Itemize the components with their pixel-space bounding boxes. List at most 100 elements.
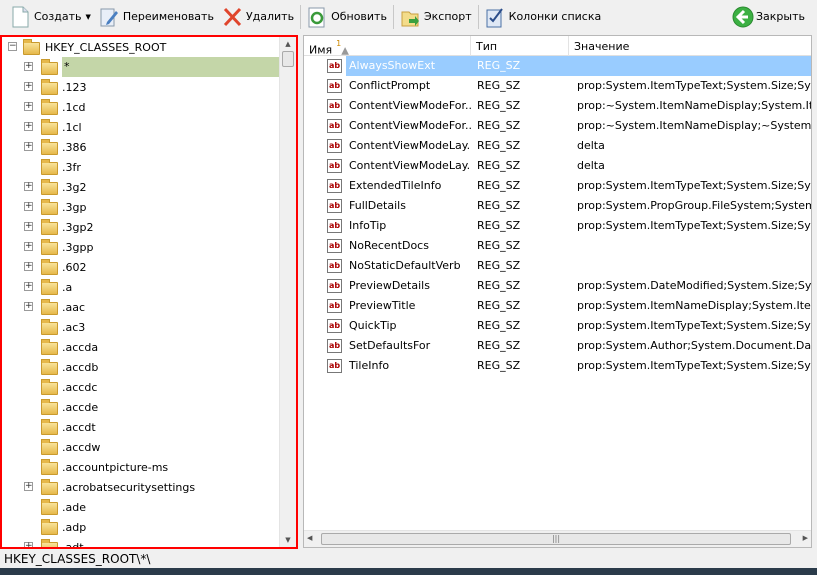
- value-type: REG_SZ: [471, 56, 569, 76]
- folder-icon: [41, 319, 58, 335]
- tree-item[interactable]: .3fr: [2, 157, 280, 177]
- tree-item-label: .123: [62, 80, 87, 94]
- scroll-thumb[interactable]: [282, 51, 294, 67]
- refresh-button[interactable]: Обновить: [303, 3, 391, 31]
- close-button[interactable]: Закрыть: [728, 3, 809, 31]
- tree-vertical-scrollbar[interactable]: ▲ ▼: [279, 37, 296, 547]
- folder-icon: [41, 479, 58, 495]
- tree-item[interactable]: + .3gp: [2, 197, 280, 217]
- expand-icon[interactable]: +: [24, 182, 33, 191]
- tree-item[interactable]: .accdb: [2, 357, 280, 377]
- tree-item[interactable]: + .aac: [2, 297, 280, 317]
- tree-item-label: .accdt: [62, 420, 96, 434]
- tree-item[interactable]: .accda: [2, 337, 280, 357]
- list-row[interactable]: ab QuickTip REG_SZ prop:System.ItemTypeT…: [304, 316, 811, 336]
- tree-item[interactable]: .accountpicture-ms: [2, 457, 280, 477]
- expand-icon[interactable]: +: [24, 242, 33, 251]
- tree-root-row[interactable]: − HKEY_CLASSES_ROOT: [2, 37, 280, 57]
- values-list[interactable]: Имя1▲ Тип Значение ab AlwaysShowExt REG_…: [303, 35, 812, 548]
- expand-icon[interactable]: +: [24, 82, 33, 91]
- delete-button[interactable]: Удалить: [218, 3, 298, 31]
- scroll-left-icon[interactable]: ◀: [307, 534, 312, 542]
- list-row[interactable]: ab ContentViewModeLay... REG_SZ delta: [304, 156, 811, 176]
- expand-icon[interactable]: +: [24, 122, 33, 131]
- tree-item[interactable]: + .123: [2, 77, 280, 97]
- rename-button[interactable]: Переименовать: [95, 3, 218, 31]
- tree-item[interactable]: + .602: [2, 257, 280, 277]
- string-value-icon: ab: [327, 159, 342, 173]
- value-name: QuickTip: [349, 319, 397, 332]
- tree-item[interactable]: + .3gp2: [2, 217, 280, 237]
- tree-item[interactable]: .adp: [2, 517, 280, 537]
- tree-item-label: .3gp2: [62, 220, 94, 234]
- list-row[interactable]: ab FullDetails REG_SZ prop:System.PropGr…: [304, 196, 811, 216]
- list-row[interactable]: ab AlwaysShowExt REG_SZ: [304, 56, 811, 76]
- list-horizontal-scrollbar[interactable]: ◀ ||| ▶: [304, 530, 811, 547]
- tree-item[interactable]: + .3gpp: [2, 237, 280, 257]
- expand-icon[interactable]: +: [24, 262, 33, 271]
- tree-item[interactable]: + .1cd: [2, 97, 280, 117]
- string-value-icon: ab: [327, 319, 342, 333]
- list-row[interactable]: ab PreviewDetails REG_SZ prop:System.Dat…: [304, 276, 811, 296]
- list-row[interactable]: ab ContentViewModeLay... REG_SZ delta: [304, 136, 811, 156]
- tree-item-label: .accdc: [62, 380, 98, 394]
- scroll-right-icon[interactable]: ▶: [803, 534, 808, 542]
- delete-label: Удалить: [245, 10, 295, 23]
- tree-item[interactable]: + *: [2, 57, 280, 77]
- list-row[interactable]: ab NoStaticDefaultVerb REG_SZ: [304, 256, 811, 276]
- folder-icon: [41, 239, 58, 255]
- list-columns-button[interactable]: Колонки списка: [481, 3, 606, 31]
- scroll-thumb[interactable]: |||: [321, 533, 791, 545]
- list-row[interactable]: ab PreviewTitle REG_SZ prop:System.ItemN…: [304, 296, 811, 316]
- folder-icon: [41, 499, 58, 515]
- tree-item[interactable]: .ac3: [2, 317, 280, 337]
- tree-item[interactable]: + .1cl: [2, 117, 280, 137]
- scroll-up-icon[interactable]: ▲: [280, 37, 296, 51]
- export-button[interactable]: Экспорт: [396, 3, 476, 31]
- expand-icon[interactable]: +: [24, 102, 33, 111]
- value-name: NoRecentDocs: [349, 239, 429, 252]
- expand-icon[interactable]: +: [24, 282, 33, 291]
- list-row[interactable]: ab ContentViewModeFor... REG_SZ prop:~Sy…: [304, 116, 811, 136]
- expand-icon[interactable]: +: [24, 302, 33, 311]
- folder-icon: [41, 539, 58, 547]
- folder-icon: [41, 99, 58, 115]
- expand-icon[interactable]: +: [24, 202, 33, 211]
- tree-item[interactable]: + .3g2: [2, 177, 280, 197]
- list-row[interactable]: ab TileInfo REG_SZ prop:System.ItemTypeT…: [304, 356, 811, 376]
- tree-item[interactable]: .accdw: [2, 437, 280, 457]
- tree-item[interactable]: .accdt: [2, 417, 280, 437]
- list-row[interactable]: ab NoRecentDocs REG_SZ: [304, 236, 811, 256]
- list-row[interactable]: ab SetDefaultsFor REG_SZ prop:System.Aut…: [304, 336, 811, 356]
- expand-icon[interactable]: +: [24, 482, 33, 491]
- column-header-name[interactable]: Имя1▲: [304, 36, 471, 57]
- expand-icon[interactable]: +: [24, 542, 33, 547]
- tree-item[interactable]: + .386: [2, 137, 280, 157]
- list-row[interactable]: ab ConflictPrompt REG_SZ prop:System.Ite…: [304, 76, 811, 96]
- list-row[interactable]: ab ContentViewModeFor... REG_SZ prop:~Sy…: [304, 96, 811, 116]
- tree-item[interactable]: .accdc: [2, 377, 280, 397]
- value-type: REG_SZ: [477, 139, 521, 152]
- tree-item-label: .acrobatsecuritysettings: [62, 480, 196, 494]
- value-type: REG_SZ: [477, 199, 521, 212]
- string-value-icon: ab: [327, 139, 342, 153]
- tree-item[interactable]: .accde: [2, 397, 280, 417]
- expand-icon[interactable]: +: [24, 62, 33, 71]
- column-header-type[interactable]: Тип: [471, 36, 569, 56]
- tree-item[interactable]: + .adt: [2, 537, 280, 547]
- tree-item[interactable]: .ade: [2, 497, 280, 517]
- folder-icon: [41, 299, 58, 315]
- scroll-down-icon[interactable]: ▼: [280, 533, 296, 547]
- list-row[interactable]: ab InfoTip REG_SZ prop:System.ItemTypeTe…: [304, 216, 811, 236]
- tree-item-label: .3gp: [62, 200, 87, 214]
- column-header-value[interactable]: Значение: [569, 36, 811, 56]
- collapse-icon[interactable]: −: [8, 42, 17, 51]
- create-button[interactable]: Создать ▼: [6, 3, 95, 31]
- expand-icon[interactable]: +: [24, 222, 33, 231]
- registry-tree[interactable]: − HKEY_CLASSES_ROOT + * + .123 + .1cd + .1cl + .3…: [0, 35, 298, 549]
- value-name: ContentViewModeLay...: [349, 139, 471, 152]
- expand-icon[interactable]: +: [24, 142, 33, 151]
- list-row[interactable]: ab ExtendedTileInfo REG_SZ prop:System.I…: [304, 176, 811, 196]
- tree-item[interactable]: + .a: [2, 277, 280, 297]
- tree-item[interactable]: + .acrobatsecuritysettings: [2, 477, 280, 497]
